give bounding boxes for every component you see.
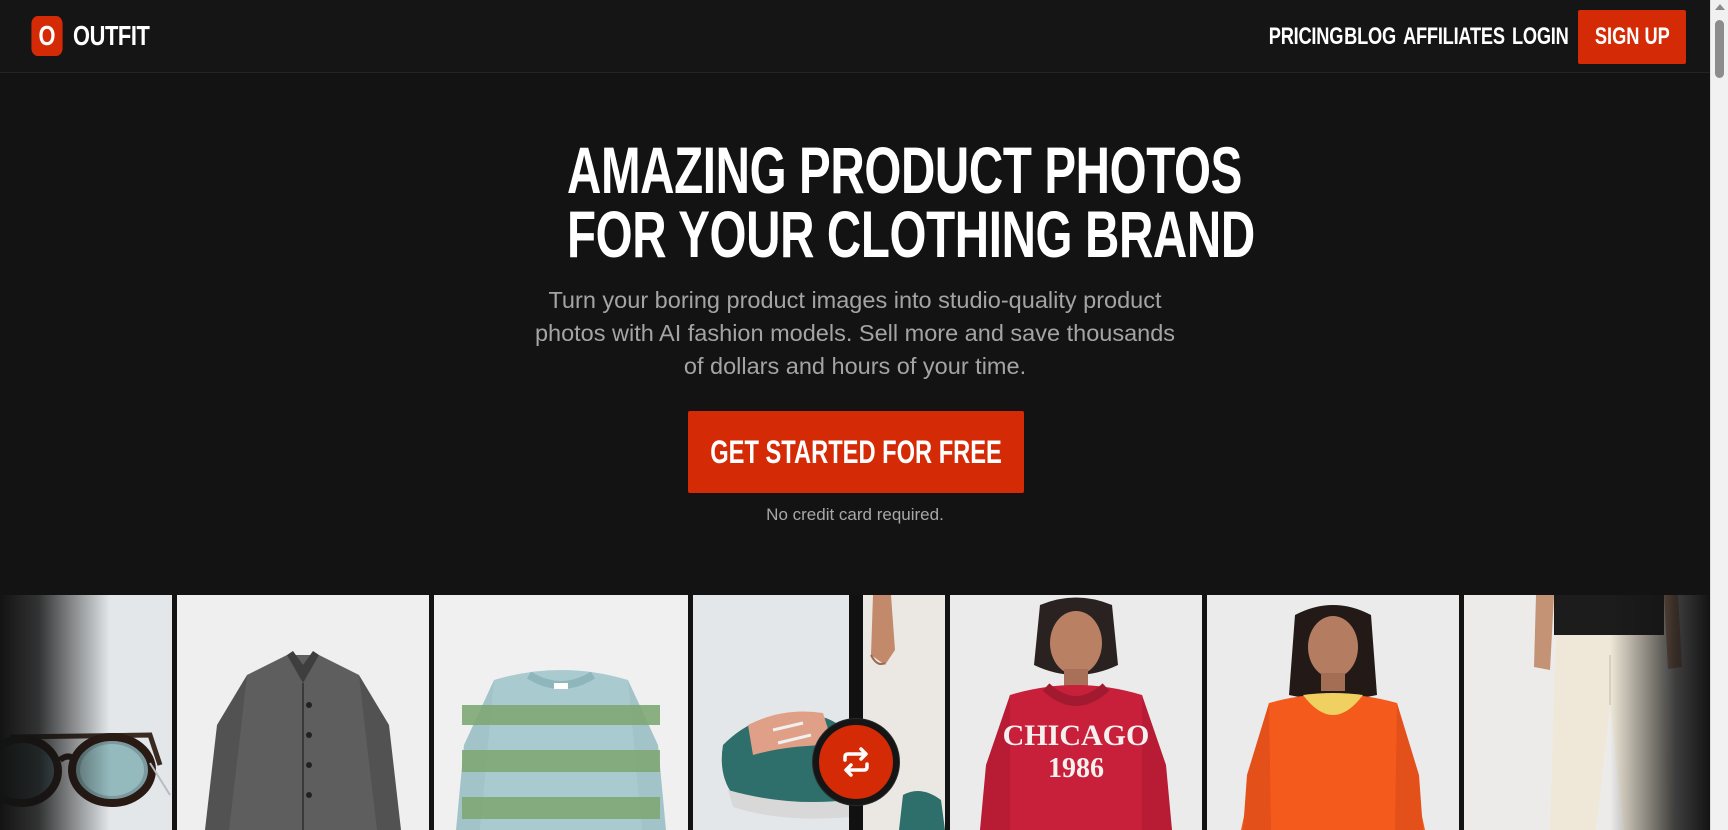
scroll-up-arrow-icon[interactable] (1715, 4, 1725, 10)
get-started-label: GET STARTED FOR FREE (710, 433, 1002, 470)
nav-login-link[interactable]: LOGIN (1511, 23, 1568, 51)
green-sweater-photo (434, 595, 688, 830)
logo-link[interactable]: O OUTFIT (27, 16, 171, 56)
page-scrollbar[interactable] (1710, 0, 1728, 830)
hero-title-line-2: FOR YOUR CLOTHING BRAND (567, 197, 1255, 271)
sign-up-label: SIGN UP (1594, 23, 1670, 50)
hero-title-line-1: AMAZING PRODUCT PHOTOS (567, 133, 1242, 207)
site-header: O OUTFIT PRICING BLOG AFFILIATES LOGIN S… (0, 0, 1710, 73)
page: O OUTFIT PRICING BLOG AFFILIATES LOGIN S… (0, 0, 1710, 830)
scroll-thumb[interactable] (1715, 20, 1724, 78)
model-orange-sweater-photo (1207, 595, 1459, 830)
hero-title: AMAZING PRODUCT PHOTOS FOR YOUR CLOTHING… (567, 133, 1255, 271)
hero-subtitle: Turn your boring product images into stu… (534, 287, 1176, 379)
sunglasses-photo (0, 595, 172, 830)
logo-text: OUTFIT (73, 20, 150, 51)
nav-affiliates-link[interactable]: AFFILIATES (1403, 23, 1505, 51)
swap-arrows-icon (843, 747, 869, 777)
sneaker-photo (693, 595, 849, 830)
nav-pricing-link[interactable]: PRICING (1268, 23, 1343, 51)
get-started-button[interactable]: GET STARTED FOR FREE (688, 411, 1024, 493)
sign-up-button[interactable]: SIGN UP (1578, 10, 1686, 64)
hoodie-print-text-1: CHICAGO (1003, 719, 1150, 752)
logo-mark: O (31, 16, 63, 56)
no-credit-card-note: No credit card required. (766, 505, 944, 524)
hoodie-print-text-2: 1986 (1048, 753, 1104, 784)
grey-coat-photo (177, 595, 429, 830)
nav-blog-link[interactable]: BLOG (1345, 23, 1397, 51)
model-white-pants-photo (1464, 595, 1710, 830)
compare-swap-button[interactable] (813, 719, 899, 805)
model-red-hoodie-photo: CHICAGO 1986 (950, 595, 1202, 830)
main-nav: PRICING BLOG AFFILIATES LOGIN SIGN UP (1266, 10, 1686, 64)
